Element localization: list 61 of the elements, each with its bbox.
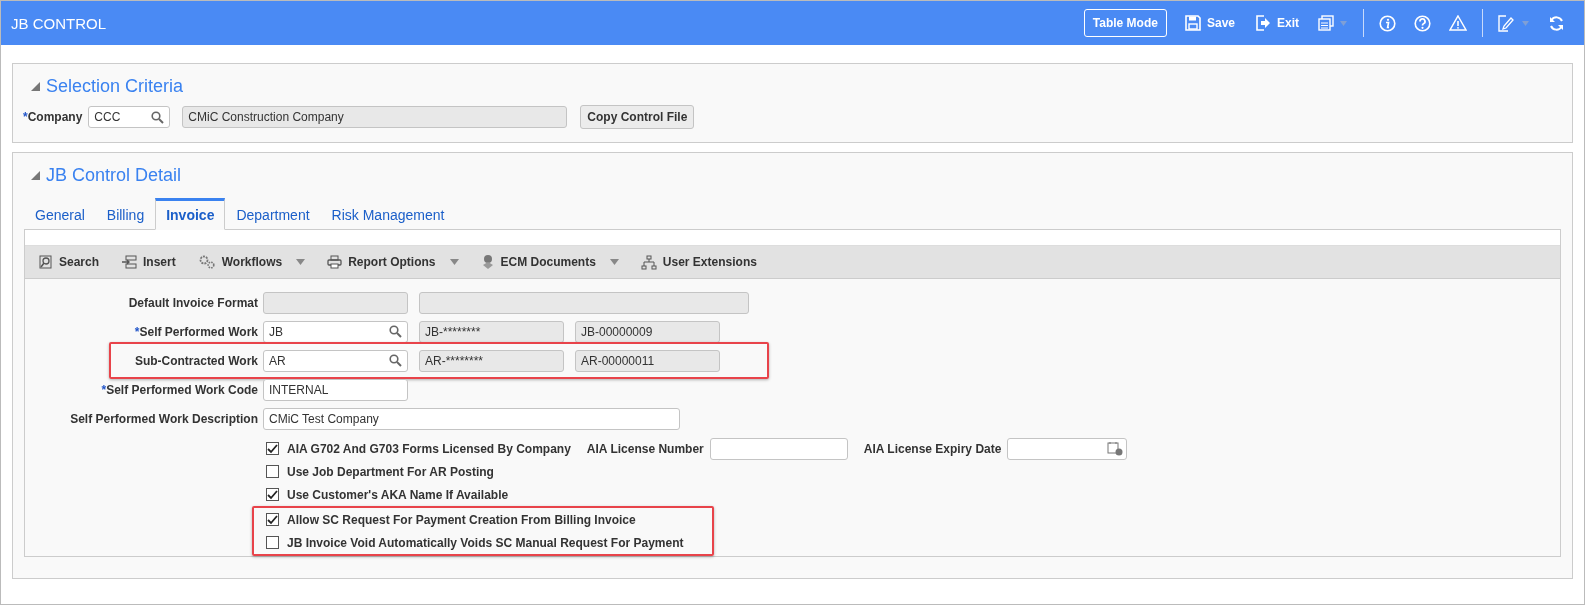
window-title: JB CONTROL [11,14,106,32]
date-field[interactable] [1007,437,1128,460]
insert-row-icon [121,255,138,269]
lookup-field[interactable]: AR [263,349,408,372]
toolbar-button[interactable]: Workflows [189,251,314,273]
toolbar-button[interactable]: User Extensions [632,250,765,274]
search-icon [389,325,402,338]
tab[interactable]: General [24,198,96,230]
toolbar-button[interactable]: Report Options [319,251,467,273]
input-field[interactable]: CMiC Test Company [263,407,680,430]
documents-caret-icon [1318,15,1348,31]
checkbox[interactable]: JB Invoice Void Automatically Voids SC Manual Request For Payment [266,535,684,550]
edit-caret-icon [1498,14,1530,32]
input-field[interactable] [709,437,848,460]
checkbox[interactable]: Use Job Department For AR Posting [266,464,494,479]
toolbar-button[interactable]: Insert [113,251,184,273]
input-field[interactable]: INTERNAL [263,378,408,401]
field-label: AIA License Expiry Date [863,441,1002,456]
company-field[interactable]: CCC [88,106,171,128]
hierarchy-icon [640,254,657,270]
field-label: *Self Performed Work Code [100,382,258,397]
help-icon [1414,14,1431,32]
read-only-field: JB-******** [419,320,564,343]
calendar-icon [1107,441,1124,456]
caret-icon [296,259,306,265]
search-icon [389,354,402,367]
checkbox[interactable]: Allow SC Request For Payment Creation From Billing Invoice [266,512,636,527]
printer-icon [327,255,343,269]
warning-icon [1449,15,1467,31]
section-title: Selection Criteria [46,76,184,97]
field-label: AIA License Number [586,441,704,456]
tab[interactable]: Risk Management [320,198,456,230]
field-label: Self Performed Work Description [69,411,258,426]
info-icon [1379,14,1396,32]
checkbox[interactable]: AIA G702 And G703 Forms Licensed By Company [266,441,571,456]
company-name-field: CMiC Construction Company [182,106,568,128]
toolbar-button[interactable]: ECM Documents [472,250,627,274]
search-icon [39,255,53,269]
field-label: *Self Performed Work [133,324,258,339]
tab[interactable]: Invoice [155,198,226,230]
section-title: JB Control Detail [46,165,182,186]
collapse-triangle-icon[interactable] [31,171,40,180]
collapse-triangle-icon[interactable] [31,82,40,91]
gears-icon [197,255,216,269]
toolbar-button[interactable]: Search [31,251,108,273]
caret-icon [449,259,459,265]
field-label: Default Invoice Format [127,295,258,310]
caret-icon [609,259,619,265]
exit-door-icon [1255,15,1271,31]
read-only-field: JB-00000009 [575,320,720,343]
copy-control-file-button[interactable]: Copy Control File [580,105,695,129]
tab[interactable]: Department [225,198,321,230]
lookup-field[interactable]: JB [263,320,408,343]
checkbox[interactable]: Use Customer's AKA Name If Available [266,487,509,502]
field-label: *Company [23,110,83,124]
tab[interactable]: Billing [95,198,156,230]
read-only-field: AR-00000011 [575,349,720,372]
field-label: Sub-Contracted Work [133,353,258,368]
refresh-icon [1548,14,1565,32]
read-only-field: AR-******** [419,349,564,372]
search-icon [151,110,165,124]
